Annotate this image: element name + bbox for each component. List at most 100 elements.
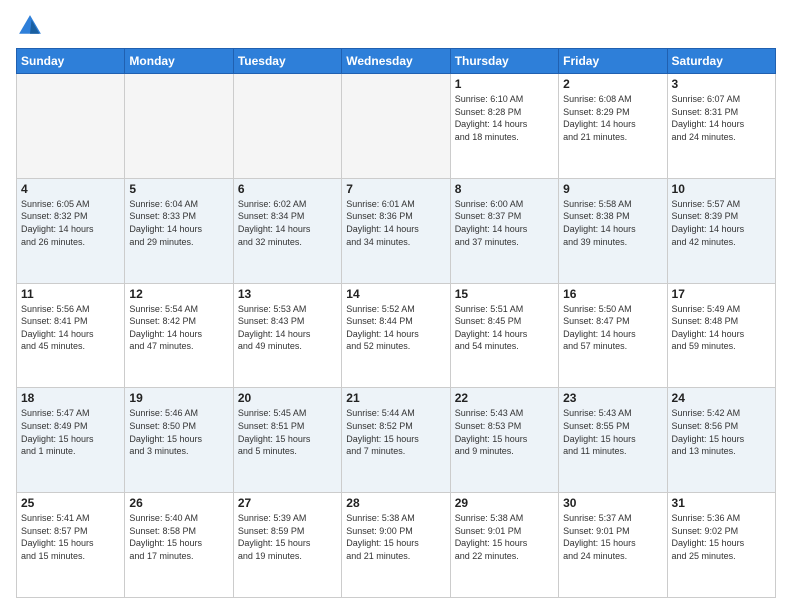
day-number: 16: [563, 287, 662, 301]
day-number: 20: [238, 391, 337, 405]
day-cell: 3Sunrise: 6:07 AMSunset: 8:31 PMDaylight…: [667, 74, 775, 179]
day-number: 27: [238, 496, 337, 510]
page: SundayMondayTuesdayWednesdayThursdayFrid…: [0, 0, 792, 612]
day-number: 10: [672, 182, 771, 196]
header-saturday: Saturday: [667, 49, 775, 74]
logo: [16, 12, 48, 40]
day-cell: 18 Sunrise: 5:47 AMSunset: 8:49 PMDayligh…: [17, 388, 125, 493]
day-number: 11: [21, 287, 120, 301]
day-number: 29: [455, 496, 554, 510]
header-tuesday: Tuesday: [233, 49, 341, 74]
day-number: 26: [129, 496, 228, 510]
day-number: 14: [346, 287, 445, 301]
day-number: 25: [21, 496, 120, 510]
day-info: Sunrise: 5:37 AMSunset: 9:01 PMDaylight:…: [563, 512, 662, 562]
day-cell: 13Sunrise: 5:53 AMSunset: 8:43 PMDayligh…: [233, 283, 341, 388]
day-info: Sunrise: 6:05 AMSunset: 8:32 PMDaylight:…: [21, 198, 120, 248]
day-cell: 26 Sunrise: 5:40 AMSunset: 8:58 PMDayligh…: [125, 493, 233, 598]
day-info: Sunrise: 5:49 AMSunset: 8:48 PMDaylight:…: [672, 303, 771, 353]
day-cell: [17, 74, 125, 179]
day-cell: 15Sunrise: 5:51 AMSunset: 8:45 PMDayligh…: [450, 283, 558, 388]
day-info: Sunrise: 6:08 AMSunset: 8:29 PMDaylight:…: [563, 93, 662, 143]
day-cell: 31 Sunrise: 5:36 AMSunset: 9:02 PMDayligh…: [667, 493, 775, 598]
header-thursday: Thursday: [450, 49, 558, 74]
day-info: Sunrise: 5:43 AMSunset: 8:55 PMDaylight:…: [563, 407, 662, 457]
day-number: 18: [21, 391, 120, 405]
day-cell: 23 Sunrise: 5:43 AMSunset: 8:55 PMDayligh…: [559, 388, 667, 493]
day-number: 2: [563, 77, 662, 91]
header-wednesday: Wednesday: [342, 49, 450, 74]
day-number: 5: [129, 182, 228, 196]
header-monday: Monday: [125, 49, 233, 74]
day-cell: 4 Sunrise: 6:05 AMSunset: 8:32 PMDaylight…: [17, 178, 125, 283]
day-cell: 6 Sunrise: 6:02 AMSunset: 8:34 PMDaylight…: [233, 178, 341, 283]
day-number: 4: [21, 182, 120, 196]
day-number: 30: [563, 496, 662, 510]
week-row-2: 4 Sunrise: 6:05 AMSunset: 8:32 PMDaylight…: [17, 178, 776, 283]
day-cell: 8 Sunrise: 6:00 AMSunset: 8:37 PMDaylight…: [450, 178, 558, 283]
logo-icon: [16, 12, 44, 40]
day-cell: 30 Sunrise: 5:37 AMSunset: 9:01 PMDayligh…: [559, 493, 667, 598]
day-info: Sunrise: 5:50 AMSunset: 8:47 PMDaylight:…: [563, 303, 662, 353]
day-cell: 25 Sunrise: 5:41 AMSunset: 8:57 PMDayligh…: [17, 493, 125, 598]
day-info: Sunrise: 5:40 AMSunset: 8:58 PMDaylight:…: [129, 512, 228, 562]
day-cell: 2 Sunrise: 6:08 AMSunset: 8:29 PMDaylight…: [559, 74, 667, 179]
day-number: 21: [346, 391, 445, 405]
day-cell: 10Sunrise: 5:57 AMSunset: 8:39 PMDayligh…: [667, 178, 775, 283]
day-info: Sunrise: 5:56 AMSunset: 8:41 PMDaylight:…: [21, 303, 120, 353]
header: [16, 12, 776, 40]
week-row-3: 11 Sunrise: 5:56 AMSunset: 8:41 PMDayligh…: [17, 283, 776, 388]
day-cell: [125, 74, 233, 179]
day-info: Sunrise: 5:41 AMSunset: 8:57 PMDaylight:…: [21, 512, 120, 562]
day-number: 17: [672, 287, 771, 301]
day-number: 23: [563, 391, 662, 405]
day-cell: 7 Sunrise: 6:01 AMSunset: 8:36 PMDaylight…: [342, 178, 450, 283]
day-info: Sunrise: 5:42 AMSunset: 8:56 PMDaylight:…: [672, 407, 771, 457]
day-info: Sunrise: 5:52 AMSunset: 8:44 PMDaylight:…: [346, 303, 445, 353]
header-friday: Friday: [559, 49, 667, 74]
day-number: 8: [455, 182, 554, 196]
day-info: Sunrise: 5:36 AMSunset: 9:02 PMDaylight:…: [672, 512, 771, 562]
day-cell: 1 Sunrise: 6:10 AMSunset: 8:28 PMDaylight…: [450, 74, 558, 179]
day-cell: 17 Sunrise: 5:49 AMSunset: 8:48 PMDayligh…: [667, 283, 775, 388]
day-info: Sunrise: 5:47 AMSunset: 8:49 PMDaylight:…: [21, 407, 120, 457]
day-cell: 22Sunrise: 5:43 AMSunset: 8:53 PMDayligh…: [450, 388, 558, 493]
day-info: Sunrise: 6:01 AMSunset: 8:36 PMDaylight:…: [346, 198, 445, 248]
week-row-1: 1 Sunrise: 6:10 AMSunset: 8:28 PMDaylight…: [17, 74, 776, 179]
day-number: 7: [346, 182, 445, 196]
day-info: Sunrise: 5:43 AMSunset: 8:53 PMDaylight:…: [455, 407, 554, 457]
day-cell: 21Sunrise: 5:44 AMSunset: 8:52 PMDayligh…: [342, 388, 450, 493]
day-cell: 24Sunrise: 5:42 AMSunset: 8:56 PMDayligh…: [667, 388, 775, 493]
header-sunday: Sunday: [17, 49, 125, 74]
day-number: 15: [455, 287, 554, 301]
day-cell: 12 Sunrise: 5:54 AMSunset: 8:42 PMDayligh…: [125, 283, 233, 388]
calendar-table: SundayMondayTuesdayWednesdayThursdayFrid…: [16, 48, 776, 598]
day-number: 9: [563, 182, 662, 196]
day-info: Sunrise: 5:38 AMSunset: 9:01 PMDaylight:…: [455, 512, 554, 562]
day-info: Sunrise: 6:02 AMSunset: 8:34 PMDaylight:…: [238, 198, 337, 248]
day-cell: 14 Sunrise: 5:52 AMSunset: 8:44 PMDayligh…: [342, 283, 450, 388]
day-number: 1: [455, 77, 554, 91]
day-cell: 19Sunrise: 5:46 AMSunset: 8:50 PMDayligh…: [125, 388, 233, 493]
day-cell: 27 Sunrise: 5:39 AMSunset: 8:59 PMDayligh…: [233, 493, 341, 598]
day-info: Sunrise: 5:58 AMSunset: 8:38 PMDaylight:…: [563, 198, 662, 248]
day-number: 6: [238, 182, 337, 196]
day-info: Sunrise: 6:07 AMSunset: 8:31 PMDaylight:…: [672, 93, 771, 143]
day-cell: 5Sunrise: 6:04 AMSunset: 8:33 PMDaylight…: [125, 178, 233, 283]
day-cell: 9 Sunrise: 5:58 AMSunset: 8:38 PMDaylight…: [559, 178, 667, 283]
day-number: 12: [129, 287, 228, 301]
day-number: 28: [346, 496, 445, 510]
day-cell: [233, 74, 341, 179]
day-cell: 11 Sunrise: 5:56 AMSunset: 8:41 PMDayligh…: [17, 283, 125, 388]
day-info: Sunrise: 5:39 AMSunset: 8:59 PMDaylight:…: [238, 512, 337, 562]
day-cell: 29 Sunrise: 5:38 AMSunset: 9:01 PMDayligh…: [450, 493, 558, 598]
week-row-5: 25 Sunrise: 5:41 AMSunset: 8:57 PMDayligh…: [17, 493, 776, 598]
day-info: Sunrise: 5:54 AMSunset: 8:42 PMDaylight:…: [129, 303, 228, 353]
day-cell: [342, 74, 450, 179]
day-info: Sunrise: 6:10 AMSunset: 8:28 PMDaylight:…: [455, 93, 554, 143]
day-info: Sunrise: 5:38 AMSunset: 9:00 PMDaylight:…: [346, 512, 445, 562]
day-cell: 16 Sunrise: 5:50 AMSunset: 8:47 PMDayligh…: [559, 283, 667, 388]
day-number: 31: [672, 496, 771, 510]
day-info: Sunrise: 6:00 AMSunset: 8:37 PMDaylight:…: [455, 198, 554, 248]
week-row-4: 18 Sunrise: 5:47 AMSunset: 8:49 PMDayligh…: [17, 388, 776, 493]
